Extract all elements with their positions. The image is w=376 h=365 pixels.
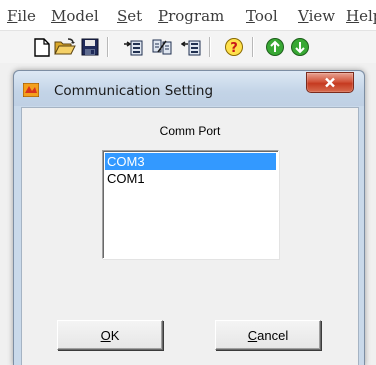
menu-set[interactable]: Set — [117, 7, 142, 25]
menu-program[interactable]: Program — [158, 7, 224, 25]
toolbar-separator — [252, 37, 254, 57]
stop-icon[interactable] — [289, 36, 311, 58]
download-to-plc-icon[interactable] — [122, 36, 144, 58]
dialog-title: Communication Setting — [54, 83, 214, 99]
menu-bar: File Model Set Program Tool View Help — [0, 0, 376, 31]
dialog-title-bar[interactable]: Communication Setting — [14, 71, 364, 106]
list-item-com3[interactable]: COM3 — [105, 153, 276, 170]
menu-tool[interactable]: Tool — [246, 7, 278, 25]
menu-file[interactable]: File — [7, 7, 36, 25]
comm-port-listbox[interactable]: COM3 COM1 — [102, 150, 279, 259]
toolbar-separator — [107, 37, 109, 57]
close-button[interactable] — [306, 72, 354, 93]
compare-icon[interactable] — [151, 36, 173, 58]
close-icon — [325, 77, 335, 88]
svg-text:?: ? — [230, 41, 238, 56]
open-folder-icon[interactable] — [54, 36, 76, 58]
application-window: File Model Set Program Tool View Help ? — [0, 0, 376, 365]
run-icon[interactable] — [264, 36, 286, 58]
toolbar-separator — [209, 37, 211, 57]
app-icon — [22, 82, 40, 98]
menu-help[interactable]: Help — [346, 7, 376, 25]
menu-view[interactable]: View — [298, 7, 335, 25]
menu-model[interactable]: Model — [51, 7, 99, 25]
list-item-com1[interactable]: COM1 — [105, 170, 276, 187]
save-icon[interactable] — [79, 36, 101, 58]
help-icon[interactable]: ? — [223, 36, 245, 58]
ok-button[interactable]: OK — [57, 320, 163, 350]
comm-port-label: Comm Port — [159, 124, 221, 138]
dialog-client-area: Comm Port COM3 COM1 OK Cancel — [21, 107, 359, 365]
upload-from-plc-icon[interactable] — [180, 36, 202, 58]
new-file-icon[interactable] — [31, 36, 53, 58]
cancel-button[interactable]: Cancel — [215, 320, 321, 350]
communication-setting-dialog: Communication Setting Comm Port COM3 COM… — [13, 70, 365, 365]
